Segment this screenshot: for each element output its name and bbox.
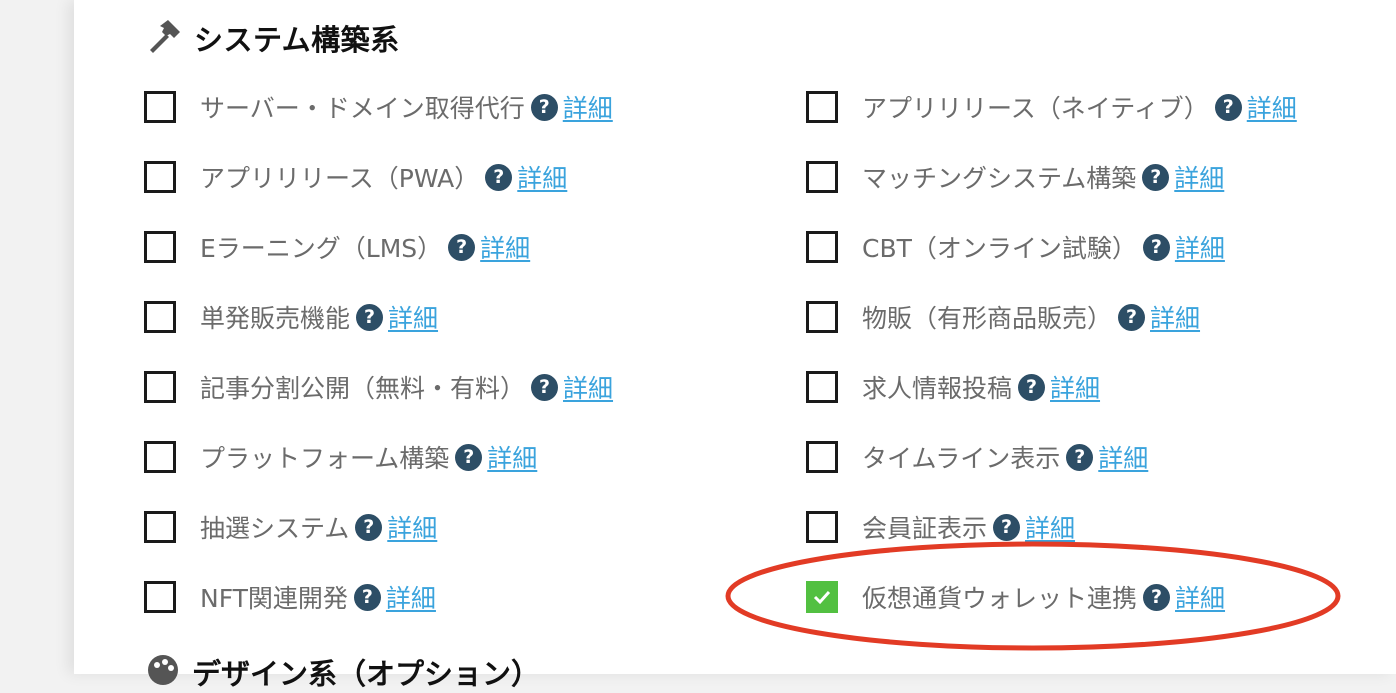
help-icon[interactable]: ? [455,443,483,471]
option-row: アプリリリース（ネイティブ）? 詳細 [806,72,1297,142]
help-icon[interactable]: ? [1018,373,1046,401]
option-checkbox[interactable] [144,91,176,123]
section-title: システム構築系 [194,23,400,57]
help-icon[interactable]: ? [353,583,381,611]
option-label: サーバー・ドメイン取得代行 [200,94,525,123]
option-checkbox[interactable] [144,581,176,613]
right-option-column: アプリリリース（ネイティブ）? 詳細 マッチングシステム構築? 詳細 CBT（オンライン… [806,72,1297,632]
detail-link[interactable]: 詳細 [563,89,613,125]
option-row: マッチングシステム構築? 詳細 [806,142,1297,212]
option-checkbox[interactable] [806,511,838,543]
detail-link[interactable]: 詳細 [1174,159,1224,195]
option-checkbox[interactable] [144,231,176,263]
option-checkbox[interactable] [806,301,838,333]
help-icon[interactable]: ? [1066,443,1094,471]
help-icon[interactable]: ? [1143,583,1171,611]
option-checkbox[interactable] [806,231,838,263]
detail-link[interactable]: 詳細 [480,229,530,265]
option-checkbox[interactable] [144,161,176,193]
section-header: システム構築系 [146,18,400,58]
option-row: アプリリリース（PWA）? 詳細 [144,142,613,212]
help-icon[interactable]: ? [1142,163,1170,191]
option-row: タイムライン表示? 詳細 [806,422,1297,492]
option-label: マッチングシステム構築 [862,164,1137,193]
option-checkbox[interactable] [806,581,838,613]
detail-link[interactable]: 詳細 [563,369,613,405]
option-checkbox[interactable] [806,441,838,473]
detail-link[interactable]: 詳細 [517,159,567,195]
option-row: 会員証表示? 詳細 [806,492,1297,562]
help-icon[interactable]: ? [356,303,384,331]
option-label: 会員証表示 [862,514,988,543]
option-row: 求人情報投稿? 詳細 [806,352,1297,422]
option-label: 求人情報投稿 [862,374,1013,403]
option-checkbox[interactable] [806,371,838,403]
detail-link[interactable]: 詳細 [1175,229,1225,265]
help-icon[interactable]: ? [485,163,513,191]
detail-link[interactable]: 詳細 [387,509,437,545]
option-label: 記事分割公開（無料・有料） [200,374,526,403]
help-icon[interactable]: ? [355,513,383,541]
help-icon[interactable]: ? [1214,93,1242,121]
option-checkbox[interactable] [144,441,176,473]
option-label: 物販（有形商品販売） [862,304,1113,333]
detail-link[interactable]: 詳細 [1025,509,1075,545]
option-row: 単発販売機能? 詳細 [144,282,613,352]
option-row: 抽選システム? 詳細 [144,492,613,562]
detail-link[interactable]: 詳細 [386,579,436,615]
check-icon [813,590,831,605]
option-label: 仮想通貨ウォレット連携 [862,584,1138,613]
help-icon[interactable]: ? [1142,233,1170,261]
detail-link[interactable]: 詳細 [1175,579,1225,615]
option-label: タイムライン表示 [862,444,1061,473]
option-row: 記事分割公開（無料・有料）? 詳細 [144,352,613,422]
option-row: サーバー・ドメイン取得代行? 詳細 [144,72,613,142]
option-checkbox[interactable] [806,91,838,123]
option-checkbox[interactable] [144,301,176,333]
option-row: 仮想通貨ウォレット連携? 詳細 [806,562,1297,632]
detail-link[interactable]: 詳細 [487,439,537,475]
option-label: CBT（オンライン試験） [862,234,1137,263]
detail-link[interactable]: 詳細 [1247,89,1297,125]
option-label: 単発販売機能 [200,304,351,333]
option-row: プラットフォーム構築? 詳細 [144,422,613,492]
left-option-column: サーバー・ドメイン取得代行? 詳細 アプリリリース（PWA）? 詳細 Eラーニング（LM… [144,72,613,632]
hammer-icon [146,18,182,58]
option-label: アプリリリース（PWA） [200,164,480,193]
help-icon[interactable]: ? [530,93,558,121]
option-row: CBT（オンライン試験）? 詳細 [806,212,1297,282]
option-label: プラットフォーム構築 [200,444,450,473]
help-icon[interactable]: ? [1118,303,1146,331]
help-icon[interactable]: ? [993,513,1021,541]
next-section-title: デザイン系（オプション） [192,657,541,691]
detail-link[interactable]: 詳細 [1150,299,1200,335]
detail-link[interactable]: 詳細 [388,299,438,335]
option-label: 抽選システム [200,514,350,543]
option-row: Eラーニング（LMS）? 詳細 [144,212,613,282]
option-label: アプリリリース（ネイティブ） [862,94,1209,123]
detail-link[interactable]: 詳細 [1098,439,1148,475]
option-checkbox[interactable] [806,161,838,193]
help-icon[interactable]: ? [531,373,559,401]
option-label: NFT関連開発 [200,584,348,613]
option-row: 物販（有形商品販売）? 詳細 [806,282,1297,352]
option-checkbox[interactable] [144,371,176,403]
next-section-header: デザイン系（オプション） [146,652,540,692]
option-checkbox[interactable] [144,511,176,543]
detail-link[interactable]: 詳細 [1050,369,1100,405]
palette-icon [146,653,180,691]
option-row: NFT関連開発? 詳細 [144,562,613,632]
help-icon[interactable]: ? [448,233,476,261]
option-label: Eラーニング（LMS） [200,234,443,263]
